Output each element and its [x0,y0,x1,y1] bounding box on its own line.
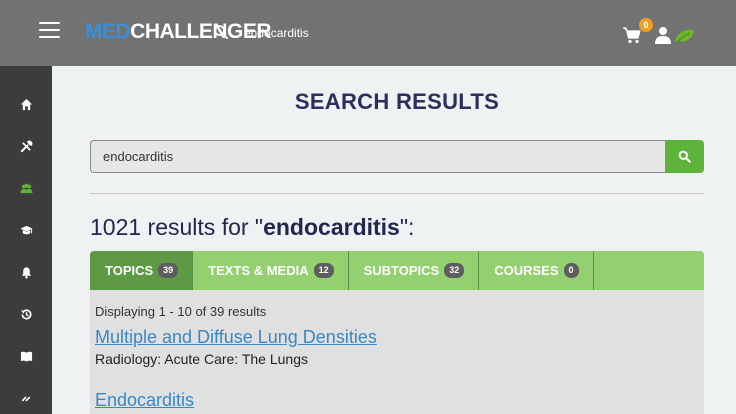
results-end-text: ": [399,214,415,240]
result-tabs: TOPICS 39 TEXTS & MEDIA 12 SUBTOPICS 32 … [90,251,704,290]
main-content: SEARCH RESULTS endocarditis 1021 results… [52,66,736,414]
divider [90,193,704,194]
logo-med: MED [85,20,131,43]
tab-label: SUBTOPICS [363,263,440,278]
tab-label: TEXTS & MEDIA [208,263,309,278]
result-title-link[interactable]: Multiple and Diffuse Lung Densities [95,327,377,348]
tab-count-badge: 12 [313,263,334,278]
result-subtitle: Radiology: Acute Care: The Lungs [95,351,308,367]
search-button[interactable] [665,140,704,173]
search-icon[interactable] [213,24,229,40]
sidebar-item-users[interactable] [0,167,52,209]
sidebar-item-courses[interactable] [0,209,52,251]
tab-count-badge: 0 [563,263,579,278]
top-bar: MED CHALLENGER endocarditis 0 [0,0,736,66]
results-summary: 1021 results for "endocarditis": [90,214,414,241]
user-icon[interactable] [654,26,672,44]
tools-icon [20,140,32,152]
bell-icon [21,266,31,278]
sidebar-item-notifications[interactable] [0,251,52,293]
tab-label: COURSES [494,263,559,278]
leaf-icon[interactable] [673,28,695,44]
sidebar-item-history[interactable] [0,293,52,335]
sidebar-item-more[interactable] [0,377,52,414]
tab-texts-media[interactable]: TEXTS & MEDIA 12 [193,251,349,290]
history-icon [20,308,32,319]
users-icon [19,183,33,193]
pagination-info: Displaying 1 - 10 of 39 results [95,304,267,319]
result-title-link[interactable]: Endocarditis [95,390,194,411]
tab-count-badge: 32 [444,263,465,278]
tab-count-badge: 39 [158,263,179,278]
results-query: endocarditis [263,214,400,240]
home-icon [20,98,32,110]
graduation-cap-icon [19,225,33,234]
header-search-query[interactable]: endocarditis [244,26,309,40]
results-panel: Displaying 1 - 10 of 39 results Multiple… [90,290,704,414]
tab-label: TOPICS [105,263,154,278]
cart-icon[interactable] [622,26,642,44]
tab-subtopics[interactable]: SUBTOPICS 32 [349,251,480,290]
cart-count-badge: 0 [639,18,653,32]
results-mid-text: results for " [141,214,264,240]
results-count: 1021 [90,214,142,240]
tab-topics[interactable]: TOPICS 39 [90,251,194,290]
search-icon [678,150,691,163]
sidebar-item-tools[interactable] [0,125,52,167]
sidebar-item-library[interactable] [0,335,52,377]
sidebar [0,66,52,414]
sidebar-item-home[interactable] [0,83,52,125]
page-title: SEARCH RESULTS [294,89,500,114]
hamburger-menu-icon[interactable] [39,22,60,38]
book-icon [20,351,32,362]
tab-courses[interactable]: COURSES 0 [479,251,594,290]
more-icon [21,396,30,401]
search-input[interactable]: endocarditis [90,140,666,173]
